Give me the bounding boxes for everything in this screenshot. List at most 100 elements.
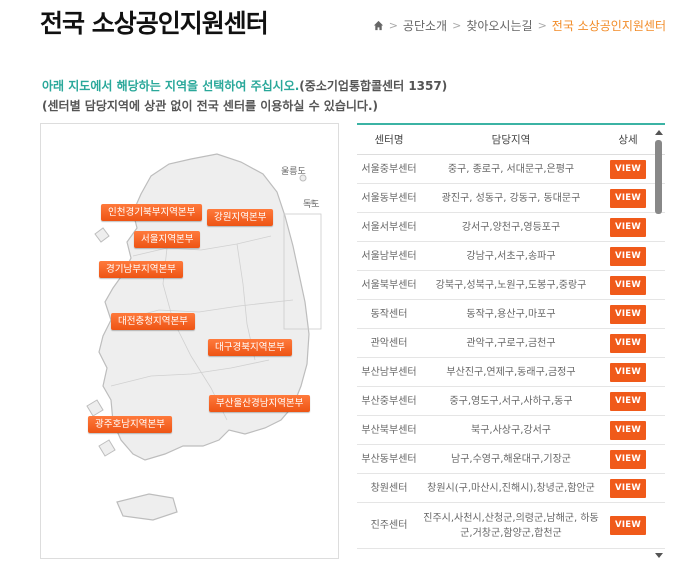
korea-map-shape xyxy=(86,153,322,521)
center-area: 강서구,양천구,영등포구 xyxy=(461,221,561,233)
detail-cell: VIEW xyxy=(601,329,655,357)
detail-cell: VIEW xyxy=(601,213,655,241)
center-area: 광진구, 성동구, 강동구, 동대문구 xyxy=(441,192,581,204)
table-row: 관악센터 관악구,구로구,금천구 VIEW xyxy=(357,329,665,358)
table-row: 부산동부센터 남구,수영구,해운대구,기장군 VIEW xyxy=(357,445,665,474)
center-area: 중구, 종로구, 서대문구,은평구 xyxy=(447,163,575,175)
view-button[interactable]: VIEW xyxy=(609,362,647,382)
region-daegu-gyeongbuk[interactable]: 대구경북지역본부 xyxy=(208,339,292,356)
center-name: 부산동부센터 xyxy=(361,453,417,465)
view-button[interactable]: VIEW xyxy=(609,333,647,353)
view-button[interactable]: VIEW xyxy=(609,188,647,208)
intro-highlight: 아래 지도에서 해당하는 지역을 선택하여 주십시오. xyxy=(42,79,300,93)
detail-cell: VIEW xyxy=(601,184,655,212)
table-row: 진주센터 진주시,사천시,산청군,의령군,남해군, 하동군,거창군,함양군,합천군… xyxy=(357,503,665,549)
center-name: 서울동부센터 xyxy=(361,192,417,204)
center-name: 부산남부센터 xyxy=(361,366,417,378)
header-area: 담당지역 xyxy=(491,134,531,146)
center-area: 북구,사상구,강서구 xyxy=(471,424,551,436)
detail-cell: VIEW xyxy=(601,416,655,444)
detail-cell: VIEW xyxy=(601,242,655,270)
center-table: 센터명 담당지역 상세 서울중부센터 중구, 종로구, 서대문구,은평구 VIEW 서… xyxy=(357,123,665,559)
center-name: 서울남부센터 xyxy=(361,250,417,262)
table-row: 부산남부센터 부산진구,연제구,동래구,금정구 VIEW xyxy=(357,358,665,387)
center-area: 진주시,사천시,산청군,의령군,남해군, 하동군,거창군,함양군,합천군 xyxy=(423,512,599,539)
center-name: 관악센터 xyxy=(370,337,408,349)
view-button[interactable]: VIEW xyxy=(609,246,647,266)
detail-cell: VIEW xyxy=(601,474,655,502)
detail-cell: VIEW xyxy=(601,387,655,415)
breadcrumb: > 공단소개 > 찾아오시는길 > 전국 소상공인지원센터 xyxy=(373,17,666,34)
intro-line-2: (센터별 담당지역에 상관 없이 전국 센터를 이용하실 수 있습니다.) xyxy=(42,99,378,113)
center-area: 부산진구,연제구,동래구,금정구 xyxy=(446,366,576,378)
view-button[interactable]: VIEW xyxy=(609,304,647,324)
korea-map: 울릉도 독도 인천경기북부지역본부 강원지역본부 서울지역본부 경기남부지역본부… xyxy=(40,123,339,559)
table-row: 서울중부센터 중구, 종로구, 서대문구,은평구 VIEW xyxy=(357,155,665,184)
intro-text: 아래 지도에서 해당하는 지역을 선택하여 주십시오.(중소기업통합콜센터 13… xyxy=(42,76,447,116)
table-row: 부산중부센터 중구,영도구,서구,사하구,동구 VIEW xyxy=(357,387,665,416)
table-row: 서울서부센터 강서구,양천구,영등포구 VIEW xyxy=(357,213,665,242)
center-name: 동작센터 xyxy=(370,308,408,320)
detail-cell: VIEW xyxy=(601,358,655,386)
view-button[interactable]: VIEW xyxy=(609,420,647,440)
breadcrumb-current: 전국 소상공인지원센터 xyxy=(551,19,666,33)
table-row: 서울동부센터 광진구, 성동구, 강동구, 동대문구 VIEW xyxy=(357,184,665,213)
island-label-dokdo: 독도 xyxy=(303,200,320,210)
center-name: 부산중부센터 xyxy=(361,395,417,407)
view-button[interactable]: VIEW xyxy=(609,159,647,179)
scroll-up-arrow-icon[interactable] xyxy=(655,130,663,135)
view-button[interactable]: VIEW xyxy=(609,391,647,411)
table-header: 센터명 담당지역 상세 xyxy=(357,123,665,155)
header-detail: 상세 xyxy=(618,134,638,146)
table-scrollbar[interactable] xyxy=(653,128,665,558)
region-gyeonggi-south[interactable]: 경기남부지역본부 xyxy=(99,261,183,278)
breadcrumb-item-about[interactable]: 공단소개 xyxy=(403,17,447,34)
detail-cell: VIEW xyxy=(601,445,655,473)
region-incheon-gyeonggi-north[interactable]: 인천경기북부지역본부 xyxy=(101,204,203,221)
center-name: 창원센터 xyxy=(370,482,408,494)
home-icon[interactable] xyxy=(373,20,384,31)
scroll-down-arrow-icon[interactable] xyxy=(655,553,663,558)
table-body: 서울중부센터 중구, 종로구, 서대문구,은평구 VIEW 서울동부센터 광진구, 성동… xyxy=(357,155,665,549)
center-area: 동작구,용산구,마포구 xyxy=(466,308,556,320)
center-name: 서울북부센터 xyxy=(361,279,417,291)
header-center-name: 센터명 xyxy=(374,134,404,146)
breadcrumb-item-directions[interactable]: 찾아오시는길 xyxy=(466,17,532,34)
center-area: 강남구,서초구,송파구 xyxy=(466,250,556,262)
center-area: 창원시(구,마산시,진해시),창녕군,함안군 xyxy=(427,482,595,494)
breadcrumb-separator: > xyxy=(452,19,462,32)
table-row: 창원센터 창원시(구,마산시,진해시),창녕군,함안군 VIEW xyxy=(357,474,665,503)
center-area: 남구,수영구,해운대구,기장군 xyxy=(451,453,571,465)
page-title: 전국 소상공인지원센터 xyxy=(40,9,269,38)
region-seoul[interactable]: 서울지역본부 xyxy=(134,231,201,248)
center-area: 관악구,구로구,금천구 xyxy=(466,337,556,349)
view-button[interactable]: VIEW xyxy=(609,275,647,295)
view-button[interactable]: VIEW xyxy=(609,449,647,469)
center-name: 서울중부센터 xyxy=(361,163,417,175)
region-daejeon-chungcheong[interactable]: 대전충청지역본부 xyxy=(111,313,195,330)
region-gwangju-honam[interactable]: 광주호남지역본부 xyxy=(88,416,172,433)
region-busan-ulsan-gyeongnam[interactable]: 부산울산경남지역본부 xyxy=(209,395,311,412)
view-button[interactable]: VIEW xyxy=(609,217,647,237)
detail-cell: VIEW xyxy=(601,503,655,548)
table-row: 서울남부센터 강남구,서초구,송파구 VIEW xyxy=(357,242,665,271)
center-name: 진주센터 xyxy=(370,520,408,531)
center-area: 중구,영도구,서구,사하구,동구 xyxy=(449,395,573,407)
center-area: 강북구,성북구,노원구,도봉구,중랑구 xyxy=(435,279,587,291)
island-label-ulleungdo: 울릉도 xyxy=(281,167,306,177)
table-row: 서울북부센터 강북구,성북구,노원구,도봉구,중랑구 VIEW xyxy=(357,271,665,300)
detail-cell: VIEW xyxy=(601,300,655,328)
breadcrumb-separator: > xyxy=(388,19,398,32)
detail-cell: VIEW xyxy=(601,155,655,183)
intro-callcenter: (중소기업통합콜센터 1357) xyxy=(299,79,448,93)
detail-cell: VIEW xyxy=(601,271,655,299)
scrollbar-thumb[interactable] xyxy=(655,140,662,214)
breadcrumb-separator: > xyxy=(537,19,547,32)
view-button[interactable]: VIEW xyxy=(609,478,647,498)
table-row: 부산북부센터 북구,사상구,강서구 VIEW xyxy=(357,416,665,445)
table-row: 동작센터 동작구,용산구,마포구 VIEW xyxy=(357,300,665,329)
region-gangwon[interactable]: 강원지역본부 xyxy=(207,209,274,226)
view-button[interactable]: VIEW xyxy=(609,516,647,535)
center-name: 서울서부센터 xyxy=(361,221,417,233)
center-name: 부산북부센터 xyxy=(361,424,417,436)
